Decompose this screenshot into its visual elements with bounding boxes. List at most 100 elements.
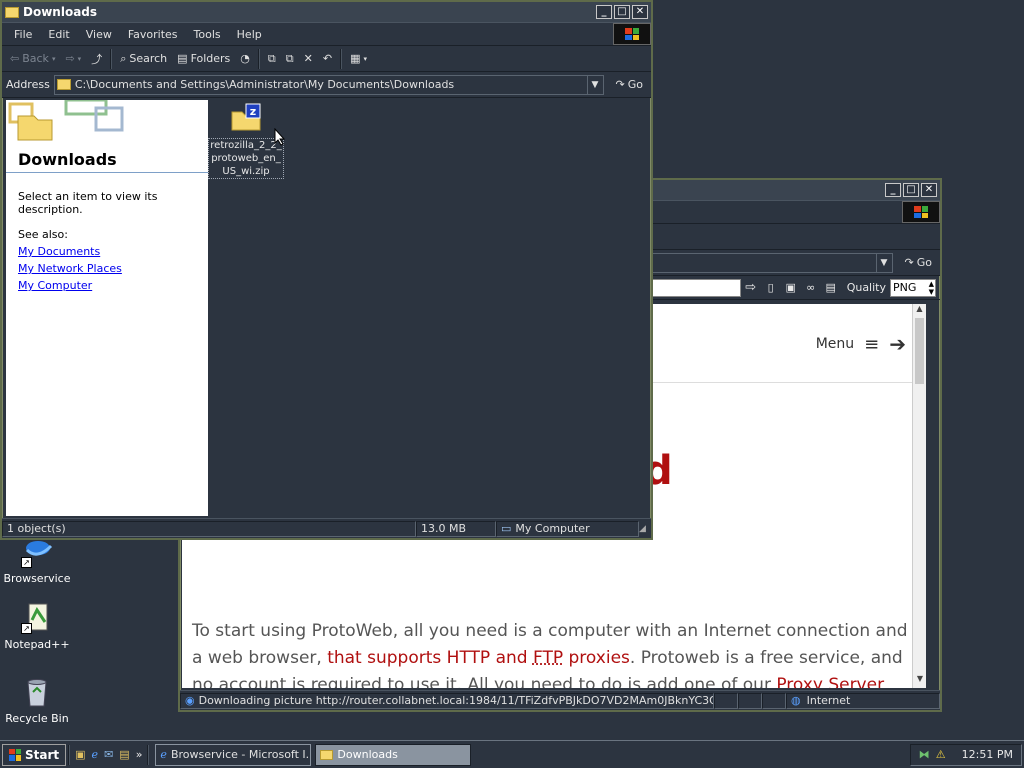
link-my-documents[interactable]: My Documents (18, 245, 202, 258)
shortcut-arrow-icon: ↗ (21, 623, 32, 634)
menu-view[interactable]: View (78, 28, 120, 41)
sign-in-icon[interactable]: ➔ (889, 332, 906, 356)
toolbar-separator (257, 48, 260, 69)
clock[interactable]: 12:51 PM (962, 748, 1013, 761)
zone-cell: ◍ Internet (786, 692, 940, 709)
delete-button[interactable]: ✕ (300, 48, 317, 70)
system-tray: ⧓ ⚠ 12:51 PM (909, 743, 1022, 766)
move-to-button[interactable]: ⧉ (264, 48, 280, 70)
menu-favorites[interactable]: Favorites (120, 28, 186, 41)
internet-explorer-icon: ℯ (160, 748, 167, 761)
task-button-browservice[interactable]: ℯ Browservice - Microsoft I... (155, 743, 312, 766)
security-icon[interactable]: ⚠ (936, 748, 946, 761)
internet-explorer-icon[interactable]: ℯ (92, 748, 99, 761)
close-button[interactable]: ✕ (632, 5, 648, 19)
http-ftp-link[interactable]: that supports HTTP and FTP proxies (327, 648, 630, 668)
hamburger-icon[interactable]: ≡ (864, 334, 879, 355)
folder-icon (320, 749, 334, 760)
maximize-button[interactable]: □ (903, 183, 919, 197)
notepad-icon: ↗ (21, 602, 53, 634)
windows-flag-icon (9, 748, 21, 761)
undo-button[interactable]: ↶ (319, 48, 336, 70)
toolbar-separator (110, 48, 113, 69)
back-button[interactable]: ⇦ Back ▾ (6, 48, 59, 70)
spin-arrows-icon[interactable]: ▲ ▼ (929, 280, 935, 296)
forward-button[interactable]: ⇨ ▾ (61, 48, 85, 70)
proxy-server-link[interactable]: Proxy Server (776, 675, 884, 688)
windows-explorer-icon[interactable]: ▤ (119, 748, 129, 761)
dropdown-arrow-icon[interactable]: ▼ (586, 75, 603, 94)
go-arrow-icon: ↷ (904, 256, 914, 269)
explorer-menubar: File Edit View Favorites Tools Help (2, 22, 651, 46)
folder-icon (56, 79, 71, 90)
history-button[interactable]: ◔ (236, 48, 254, 70)
maximize-button[interactable]: □ (614, 5, 630, 19)
task-button-downloads[interactable]: Downloads (315, 743, 472, 766)
link-my-network-places[interactable]: My Network Places (18, 262, 202, 275)
intro-paragraph: To start using ProtoWeb, all you need is… (192, 618, 916, 688)
desktop-icon-browservice[interactable]: ↗ Browservice (0, 536, 74, 585)
scroll-thumb[interactable] (915, 318, 924, 384)
folders-icon: ▤ (177, 52, 188, 65)
desktop-icon-notepad[interactable]: ↗ Notepad++ (0, 602, 74, 651)
taskbar-separator (147, 744, 150, 765)
copy-to-button[interactable]: ⧉ (282, 48, 298, 70)
desktop-icon-label: Recycle Bin (5, 712, 69, 725)
quicklaunch-chevron[interactable]: » (136, 748, 143, 761)
views-button[interactable]: ▦ ▾ (346, 48, 371, 70)
taskbar-separator (68, 744, 71, 765)
my-computer-icon: ▭ (501, 522, 512, 535)
desktop-icon-recycle-bin[interactable]: Recycle Bin (0, 676, 74, 725)
taskbar: Start ▣ ℯ ✉ ▤ » ℯ Browservice - Microsof… (0, 740, 1024, 768)
navigate-arrow-icon[interactable]: ⇨ (741, 280, 761, 295)
status-cell-blank (738, 692, 762, 709)
bookmark-icon[interactable]: ▯ (761, 281, 781, 294)
chevron-down-icon: ▾ (51, 54, 56, 63)
explorer-window[interactable]: Downloads _ □ ✕ File Edit View Favorites… (0, 0, 653, 540)
menu-edit[interactable]: Edit (40, 28, 77, 41)
move-to-icon: ⧉ (267, 51, 276, 65)
clipboard-icon[interactable]: ▤ (821, 281, 841, 294)
up-folder-button[interactable]: ⤴ (87, 48, 106, 70)
task-pane-divider (6, 172, 208, 173)
browser-go-button[interactable]: ↷ Go (897, 256, 940, 269)
scroll-up-icon[interactable]: ▲ (913, 304, 926, 318)
zip-folder-icon: z (230, 102, 262, 134)
quality-select[interactable]: PNG ▲ ▼ (890, 278, 936, 297)
explorer-titlebar[interactable]: Downloads _ □ ✕ (2, 2, 651, 22)
dropdown-arrow-icon[interactable]: ▼ (875, 253, 892, 272)
chevron-down-icon: ▾ (363, 54, 367, 63)
network-icon[interactable]: ⧓ (919, 748, 930, 761)
search-button[interactable]: ⌕ Search (116, 48, 171, 70)
nav-menu-label[interactable]: Menu (816, 336, 854, 352)
find-icon[interactable]: ▣ (781, 281, 801, 294)
go-button[interactable]: ↷ Go (608, 78, 651, 91)
menu-file[interactable]: File (6, 28, 40, 41)
desktop-icon-label: Browservice (3, 572, 71, 585)
mouse-cursor-icon (274, 128, 286, 146)
start-button[interactable]: Start (2, 743, 67, 766)
page-icon: ◉ (185, 694, 195, 707)
file-name: retrozilla_2_2_ protoweb_en_ US_wi.zip (208, 138, 284, 179)
outlook-express-icon[interactable]: ✉ (104, 748, 113, 761)
minimize-button[interactable]: _ (596, 5, 612, 19)
show-desktop-icon[interactable]: ▣ (75, 748, 85, 761)
forward-arrow-icon: ⇨ (65, 52, 75, 65)
folder-icon (5, 6, 19, 18)
copy-to-icon: ⧉ (285, 51, 294, 65)
file-item[interactable]: z retrozilla_2_2_ protoweb_en_ US_wi.zip (208, 102, 284, 179)
close-button[interactable]: ✕ (921, 183, 937, 197)
folders-button[interactable]: ▤ Folders (173, 48, 234, 70)
link-my-computer[interactable]: My Computer (18, 279, 202, 292)
resize-grip-icon[interactable]: ◢ (639, 524, 651, 534)
menu-tools[interactable]: Tools (186, 28, 229, 41)
scroll-down-icon[interactable]: ▼ (913, 674, 926, 688)
menu-help[interactable]: Help (229, 28, 270, 41)
minimize-button[interactable]: _ (885, 183, 901, 197)
file-view[interactable]: z retrozilla_2_2_ protoweb_en_ US_wi.zip (208, 100, 649, 516)
binoculars-icon[interactable]: ∞ (801, 281, 821, 294)
window-title: Downloads (23, 5, 98, 19)
address-input[interactable]: C:\Documents and Settings\Administrator\… (53, 74, 604, 95)
vertical-scrollbar[interactable]: ▲ ▼ (912, 304, 926, 688)
explorer-toolbar: ⇦ Back ▾ ⇨ ▾ ⤴ ⌕ Search ▤ Folders ◔ ⧉ ⧉ … (2, 46, 651, 72)
